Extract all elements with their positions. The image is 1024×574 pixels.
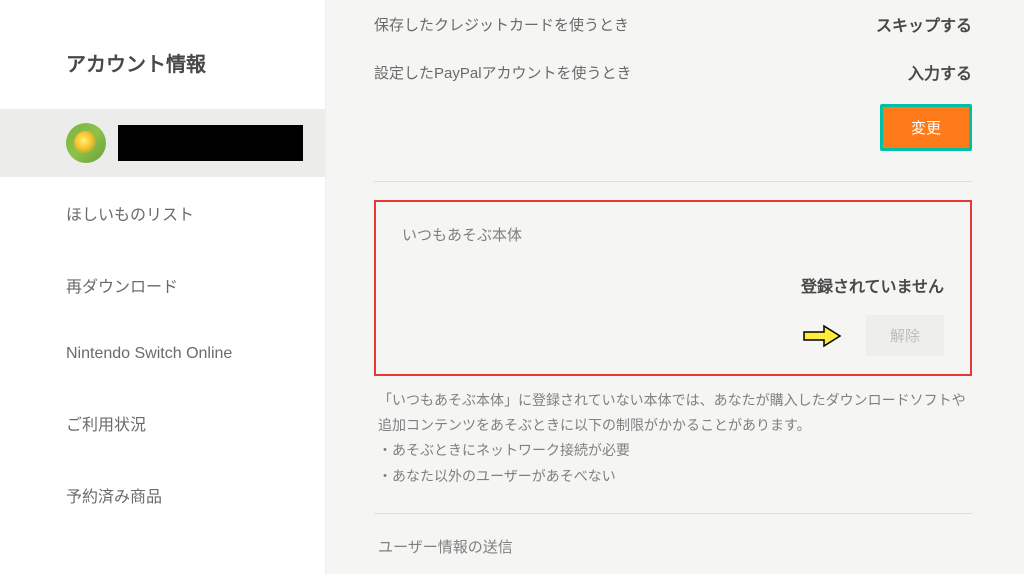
change-button[interactable]: 変更: [880, 104, 972, 151]
avatar: [66, 123, 106, 163]
primary-console-status: 登録されていません: [402, 273, 944, 297]
setting-creditcard-label: 保存したクレジットカードを使うとき: [374, 14, 629, 35]
sidebar-item-redownload[interactable]: 再ダウンロード: [0, 249, 325, 321]
sidebar-item-usage[interactable]: ご利用状況: [0, 387, 325, 459]
sidebar-item-wishlist[interactable]: ほしいものリスト: [0, 177, 325, 249]
sidebar-item-nso[interactable]: Nintendo Switch Online: [0, 321, 325, 387]
release-button[interactable]: 解除: [866, 315, 944, 356]
setting-creditcard-row: 保存したクレジットカードを使うとき スキップする: [374, 0, 972, 48]
note-line1: 「いつもあそぶ本体」に登録されていない本体では、あなたが購入したダウンロードソフ…: [378, 388, 968, 438]
sidebar: アカウント情報 ほしいものリスト 再ダウンロード Nintendo Switch…: [0, 0, 326, 574]
divider: [374, 181, 972, 182]
primary-console-section: いつもあそぶ本体 登録されていません 解除: [374, 200, 972, 376]
setting-paypal-row: 設定したPayPalアカウントを使うとき 入力する: [374, 48, 972, 96]
arrow-right-icon: [802, 324, 842, 348]
primary-console-label: いつもあそぶ本体: [402, 224, 944, 245]
setting-paypal-label: 設定したPayPalアカウントを使うとき: [374, 62, 632, 83]
note-line2: ・あそぶときにネットワーク接続が必要: [378, 438, 968, 463]
setting-paypal-value: 入力する: [908, 60, 972, 84]
sidebar-item-reserved[interactable]: 予約済み商品: [0, 459, 325, 531]
page-title: アカウント情報: [0, 48, 325, 109]
user-name-redacted: [118, 125, 303, 161]
primary-console-note: 「いつもあそぶ本体」に登録されていない本体では、あなたが購入したダウンロードソフ…: [374, 382, 972, 513]
note-line3: ・あなた以外のユーザーがあそべない: [378, 464, 968, 489]
change-button-row: 変更: [374, 96, 972, 181]
sidebar-user-row[interactable]: [0, 109, 325, 177]
userinfo-section-label: ユーザー情報の送信: [374, 514, 972, 573]
setting-creditcard-value: スキップする: [876, 12, 972, 36]
main-content: 保存したクレジットカードを使うとき スキップする 設定したPayPalアカウント…: [326, 0, 1024, 574]
release-row: 解除: [402, 315, 944, 356]
